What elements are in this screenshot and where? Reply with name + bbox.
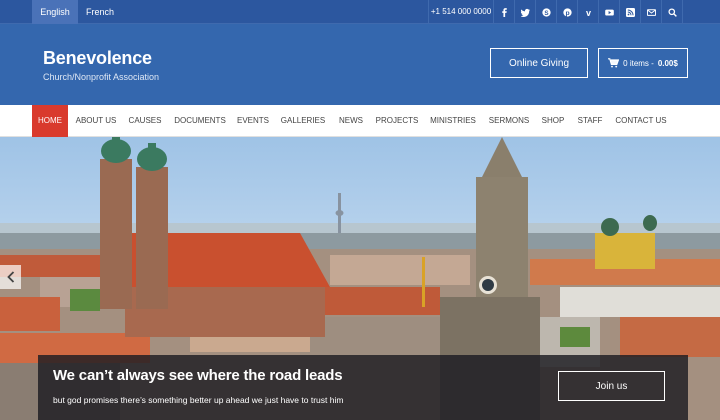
skype-icon[interactable]: S <box>536 0 557 24</box>
hero-caption: We can’t always see where the road leads… <box>38 355 688 420</box>
hero-subtitle: but god promises there’s something bette… <box>53 395 344 405</box>
nav-item-staff[interactable]: STAFF <box>572 105 608 137</box>
slider-prev-button[interactable] <box>0 265 21 289</box>
hero-title: We can’t always see where the road leads <box>53 367 343 384</box>
top-bar: English French +1 514 000 0000 S p v <box>0 0 720 24</box>
rss-icon[interactable] <box>620 0 641 24</box>
facebook-icon[interactable] <box>494 0 515 24</box>
main-navigation: HOME ABOUT US CAUSES DOCUMENTS EVENTS GA… <box>0 105 720 137</box>
nav-item-documents[interactable]: DOCUMENTS <box>170 105 230 137</box>
email-icon[interactable] <box>641 0 662 24</box>
site-title[interactable]: Benevolence <box>43 48 152 69</box>
youtube-icon[interactable] <box>599 0 620 24</box>
search-icon[interactable] <box>662 0 683 24</box>
cart-button[interactable]: 0 items -0.00$ <box>598 48 688 78</box>
nav-item-projects[interactable]: PROJECTS <box>372 105 422 137</box>
nav-item-news[interactable]: NEWS <box>334 105 368 137</box>
vimeo-icon[interactable]: v <box>578 0 599 24</box>
nav-item-home[interactable]: HOME <box>32 105 68 137</box>
cart-count: 0 items - <box>623 58 654 68</box>
nav-item-ministries[interactable]: MINISTRIES <box>426 105 480 137</box>
twitter-icon[interactable] <box>515 0 536 24</box>
svg-text:p: p <box>565 10 569 17</box>
nav-item-contact-us[interactable]: CONTACT US <box>612 105 670 137</box>
pinterest-icon[interactable]: p <box>557 0 578 24</box>
nav-item-sermons[interactable]: SERMONS <box>484 105 534 137</box>
svg-text:S: S <box>544 9 548 16</box>
nav-item-about-us[interactable]: ABOUT US <box>72 105 120 137</box>
site-tagline: Church/Nonprofit Association <box>43 72 160 82</box>
language-french[interactable]: French <box>78 0 122 24</box>
nav-item-causes[interactable]: CAUSES <box>124 105 166 137</box>
language-english[interactable]: English <box>32 0 78 24</box>
chevron-left-icon <box>6 271 14 283</box>
nav-item-shop[interactable]: SHOP <box>538 105 568 137</box>
phone-number: +1 514 000 0000 <box>428 0 494 24</box>
svg-text:v: v <box>585 8 590 17</box>
nav-item-galleries[interactable]: GALLERIES <box>278 105 328 137</box>
nav-item-events[interactable]: EVENTS <box>234 105 272 137</box>
cart-total: 0.00$ <box>657 58 678 68</box>
join-us-button[interactable]: Join us <box>558 371 665 401</box>
online-giving-button[interactable]: Online Giving <box>490 48 588 78</box>
hero-slider: We can’t always see where the road leads… <box>0 137 720 420</box>
cart-icon <box>608 58 620 68</box>
